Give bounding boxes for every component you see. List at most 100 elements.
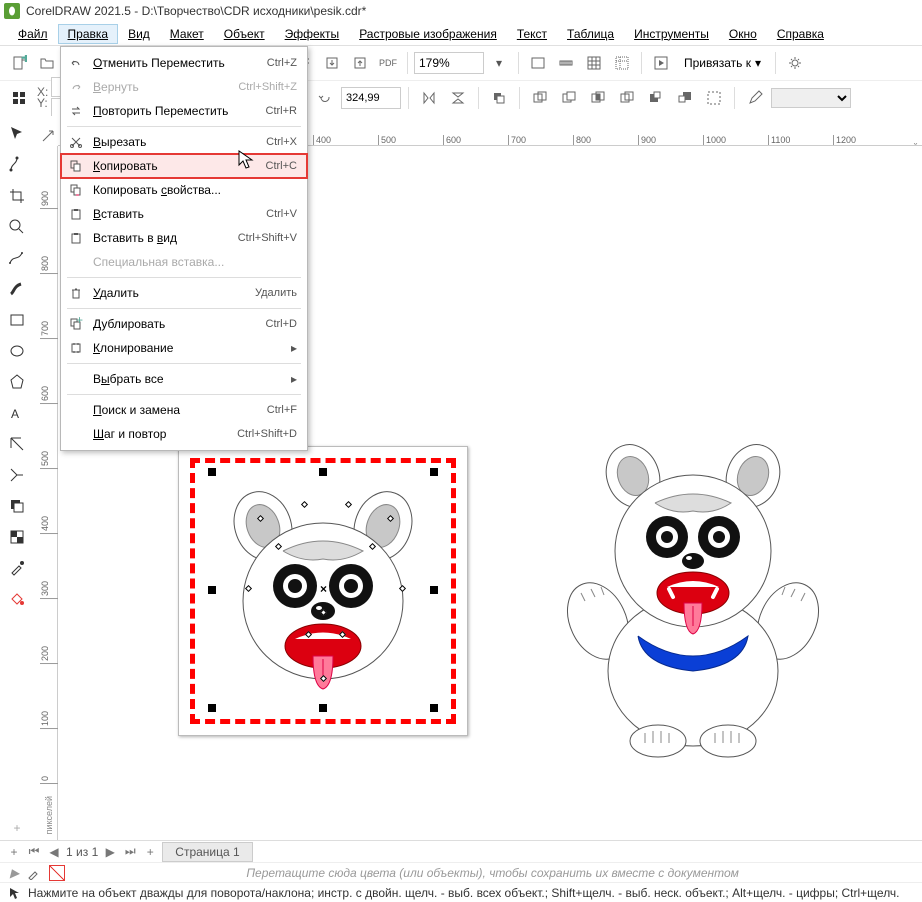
transparency-tool[interactable] <box>5 525 29 549</box>
zoom-tool[interactable] <box>5 215 29 239</box>
pick-tool[interactable] <box>5 122 29 146</box>
rectangle-tool[interactable] <box>5 308 29 332</box>
add-tool[interactable]: + <box>5 816 29 840</box>
simplify-button[interactable] <box>614 85 640 111</box>
window-title: CorelDRAW 2021.5 - D:\Творчество\CDR исх… <box>26 4 366 18</box>
back-minus-front-button[interactable] <box>672 85 698 111</box>
crop-tool[interactable] <box>5 184 29 208</box>
boundary-button[interactable] <box>701 85 727 111</box>
outline-pen-icon[interactable] <box>742 85 768 111</box>
eyedropper-icon[interactable] <box>27 866 41 880</box>
dog-full-body[interactable] <box>563 441 823 761</box>
document-palette[interactable]: ▶ Перетащите сюда цвета (или объекты), ч… <box>0 862 922 882</box>
menu-item-вернуть: ВернутьCtrl+Shift+Z <box>61 75 307 99</box>
menu-table[interactable]: Таблица <box>557 24 624 44</box>
menu-item-отменить-переместить[interactable]: Отменить ПереместитьCtrl+Z <box>61 51 307 75</box>
blank-icon <box>67 253 85 271</box>
sel-center[interactable]: × <box>320 582 327 596</box>
next-page[interactable]: ▶ <box>102 844 118 860</box>
menu-view[interactable]: Вид <box>118 24 160 44</box>
no-fill-swatch[interactable] <box>49 865 65 881</box>
guides-button[interactable] <box>609 50 635 76</box>
copy-props-icon <box>67 181 85 199</box>
sel-handle-tl[interactable] <box>208 468 216 476</box>
first-page[interactable]: ⏮ <box>26 844 42 860</box>
ruler-unit-v: пикселей <box>44 796 54 834</box>
artistic-media-tool[interactable] <box>5 277 29 301</box>
menu-object[interactable]: Объект <box>214 24 275 44</box>
sel-handle-bl[interactable] <box>208 704 216 712</box>
import-button[interactable] <box>319 50 345 76</box>
mirror-v-button[interactable] <box>445 85 471 111</box>
menu-item-клонирование[interactable]: Клонирование▸ <box>61 336 307 360</box>
snap-to-button[interactable]: Привязать к ▾ <box>676 51 769 75</box>
new-doc-button[interactable]: ✚ <box>6 50 32 76</box>
tofront-button[interactable] <box>486 85 512 111</box>
fullscreen-button[interactable] <box>525 50 551 76</box>
menu-item-вставить-в-вид[interactable]: Вставить в видCtrl+Shift+V <box>61 226 307 250</box>
front-minus-back-button[interactable] <box>643 85 669 111</box>
menu-item-шаг-и-повтор[interactable]: Шаг и повторCtrl+Shift+D <box>61 422 307 446</box>
mirror-h-button[interactable] <box>416 85 442 111</box>
sel-handle-bc[interactable] <box>319 704 327 712</box>
zoom-input[interactable] <box>414 52 484 74</box>
dropshadow-tool[interactable] <box>5 494 29 518</box>
menu-item-дублировать[interactable]: +ДублироватьCtrl+D <box>61 312 307 336</box>
rotation-input[interactable] <box>341 87 401 109</box>
menu-help[interactable]: Справка <box>767 24 834 44</box>
dimension-tool[interactable] <box>5 432 29 456</box>
menu-effects[interactable]: Эффекты <box>275 24 350 44</box>
menu-item-выбрать-все[interactable]: Выбрать все▸ <box>61 367 307 391</box>
palette-arrow[interactable]: ▶ <box>10 866 19 880</box>
eyedropper-tool[interactable] <box>5 556 29 580</box>
pdf-button[interactable]: PDF <box>375 50 401 76</box>
sel-handle-mr[interactable] <box>430 586 438 594</box>
prev-page[interactable]: ◀ <box>46 844 62 860</box>
menu-item-поиск-и-замена[interactable]: Поиск и заменаCtrl+F <box>61 398 307 422</box>
menu-tools[interactable]: Инструменты <box>624 24 719 44</box>
ruler-origin[interactable] <box>38 126 58 146</box>
launch-button[interactable] <box>648 50 674 76</box>
open-button[interactable] <box>34 50 60 76</box>
weld-button[interactable] <box>527 85 553 111</box>
menu-bitmap[interactable]: Растровые изображения <box>349 24 507 44</box>
menu-item-вырезать[interactable]: ВырезатьCtrl+X <box>61 130 307 154</box>
sel-handle-tr[interactable] <box>430 468 438 476</box>
polygon-tool[interactable] <box>5 370 29 394</box>
rulers-button[interactable] <box>553 50 579 76</box>
trim-button[interactable] <box>556 85 582 111</box>
grid-button[interactable] <box>581 50 607 76</box>
options-button[interactable] <box>782 50 808 76</box>
menu-item-копировать-свойства-[interactable]: Копировать свойства... <box>61 178 307 202</box>
status-bar: Нажмите на объект дважды для поворота/на… <box>0 882 922 902</box>
zoom-dropdown[interactable]: ▾ <box>486 50 512 76</box>
intersect-button[interactable] <box>585 85 611 111</box>
add-page-before[interactable]: + <box>6 844 22 860</box>
menu-text[interactable]: Текст <box>507 24 557 44</box>
trash-icon <box>67 284 85 302</box>
menu-item-повторить-переместить[interactable]: Повторить ПереместитьCtrl+R <box>61 99 307 123</box>
fill-tool[interactable] <box>5 587 29 611</box>
vertical-ruler[interactable]: 900 800 700 600 500 400 300 200 100 0 пи… <box>40 146 58 840</box>
outline-width-combo[interactable] <box>771 88 851 108</box>
text-tool[interactable]: A <box>5 401 29 425</box>
menu-layout[interactable]: Макет <box>160 24 214 44</box>
last-page[interactable]: ⏭ <box>122 844 138 860</box>
menu-item-копировать[interactable]: КопироватьCtrl+C <box>61 154 307 178</box>
menu-edit[interactable]: Правка <box>58 24 119 44</box>
page-tab-1[interactable]: Страница 1 <box>162 842 252 862</box>
freehand-tool[interactable] <box>5 246 29 270</box>
shape-tool[interactable] <box>5 153 29 177</box>
sel-handle-br[interactable] <box>430 704 438 712</box>
menu-item-вставить[interactable]: ВставитьCtrl+V <box>61 202 307 226</box>
export-button[interactable] <box>347 50 373 76</box>
ellipse-tool[interactable] <box>5 339 29 363</box>
menu-window[interactable]: Окно <box>719 24 767 44</box>
sel-handle-tc[interactable] <box>319 468 327 476</box>
menu-file[interactable]: Файл <box>8 24 58 44</box>
menu-item-удалить[interactable]: УдалитьУдалить <box>61 281 307 305</box>
repeat-icon <box>67 102 85 120</box>
add-page-after[interactable]: + <box>142 844 158 860</box>
connector-tool[interactable] <box>5 463 29 487</box>
sel-handle-ml[interactable] <box>208 586 216 594</box>
